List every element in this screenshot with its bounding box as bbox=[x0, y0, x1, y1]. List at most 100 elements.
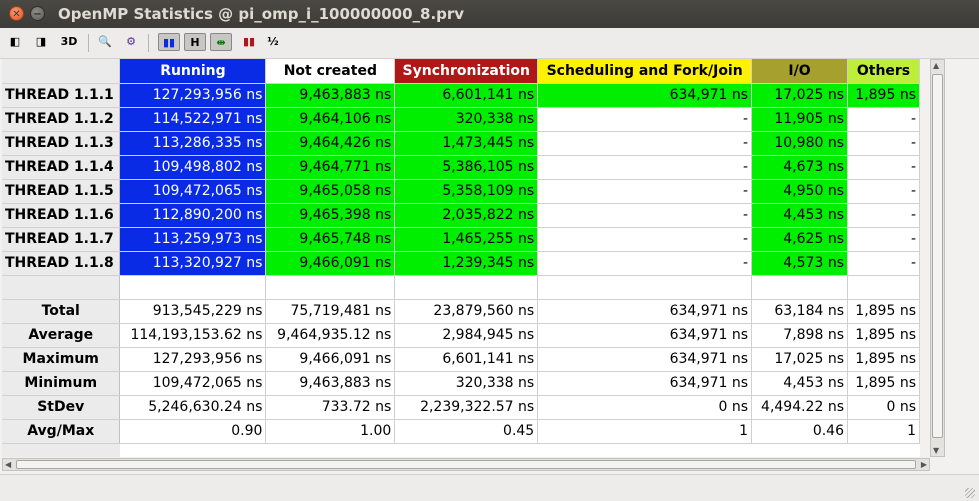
table-cell[interactable]: 320,338 ns bbox=[394, 107, 539, 132]
stat-cell[interactable]: 0 ns bbox=[537, 395, 753, 420]
table-cell[interactable]: 11,905 ns bbox=[751, 107, 848, 132]
table-cell[interactable]: - bbox=[537, 227, 753, 252]
table-cell[interactable]: 4,573 ns bbox=[751, 251, 848, 276]
stat-cell[interactable]: 6,601,141 ns bbox=[394, 347, 539, 372]
table-cell[interactable]: 9,465,398 ns bbox=[265, 203, 396, 228]
table-cell[interactable]: 4,673 ns bbox=[751, 155, 848, 180]
table-cell[interactable]: 2,035,822 ns bbox=[394, 203, 539, 228]
stat-cell[interactable]: 109,472,065 ns bbox=[119, 371, 267, 396]
stat-cell[interactable]: 1,895 ns bbox=[847, 323, 920, 348]
table-cell[interactable]: - bbox=[847, 203, 920, 228]
table-cell[interactable]: - bbox=[537, 203, 753, 228]
row-header-thread[interactable]: THREAD 1.1.5 bbox=[2, 179, 121, 204]
column-header[interactable]: Others bbox=[847, 59, 920, 84]
row-header-thread[interactable]: THREAD 1.1.1 bbox=[2, 83, 121, 108]
stat-cell[interactable]: 913,545,229 ns bbox=[119, 299, 267, 324]
label-icon[interactable]: ½ bbox=[264, 33, 282, 51]
stat-cell[interactable]: 1,895 ns bbox=[847, 347, 920, 372]
stat-cell[interactable]: 1 bbox=[537, 419, 753, 444]
stat-cell[interactable]: 1 bbox=[847, 419, 920, 444]
table-cell[interactable]: 112,890,200 ns bbox=[119, 203, 267, 228]
row-header-thread[interactable]: THREAD 1.1.7 bbox=[2, 227, 121, 252]
table-cell[interactable]: 1,239,345 ns bbox=[394, 251, 539, 276]
table-cell[interactable]: 10,980 ns bbox=[751, 131, 848, 156]
table-cell[interactable]: - bbox=[537, 131, 753, 156]
table-cell[interactable]: 9,465,748 ns bbox=[265, 227, 396, 252]
stat-cell[interactable]: 7,898 ns bbox=[751, 323, 848, 348]
table-cell[interactable]: 4,950 ns bbox=[751, 179, 848, 204]
row-header-thread[interactable]: THREAD 1.1.8 bbox=[2, 251, 121, 276]
table-cell[interactable]: 127,293,956 ns bbox=[119, 83, 267, 108]
vertical-scrollbar-thumb[interactable] bbox=[932, 74, 943, 438]
table-cell[interactable]: 113,286,335 ns bbox=[119, 131, 267, 156]
table-cell[interactable]: 5,386,105 ns bbox=[394, 155, 539, 180]
row-header-thread[interactable]: THREAD 1.1.3 bbox=[2, 131, 121, 156]
color-mode-icon[interactable]: ▮▮ bbox=[158, 33, 180, 51]
table-cell[interactable]: 9,465,058 ns bbox=[265, 179, 396, 204]
hide-columns-icon[interactable]: H bbox=[184, 33, 206, 51]
table-cell[interactable]: - bbox=[847, 251, 920, 276]
table-cell[interactable]: 114,522,971 ns bbox=[119, 107, 267, 132]
horizontal-scrollbar[interactable]: ◀ ▶ bbox=[2, 458, 930, 471]
table-cell[interactable]: 9,464,426 ns bbox=[265, 131, 396, 156]
open-data-icon[interactable]: ◨ bbox=[32, 33, 50, 51]
stat-cell[interactable]: 1,895 ns bbox=[847, 371, 920, 396]
horizontal-scrollbar-thumb[interactable] bbox=[16, 460, 916, 469]
row-header-thread[interactable]: THREAD 1.1.2 bbox=[2, 107, 121, 132]
semantic-color-icon[interactable]: ▮▮ bbox=[238, 33, 260, 51]
table-cell[interactable]: 634,971 ns bbox=[537, 83, 753, 108]
table-cell[interactable]: - bbox=[847, 131, 920, 156]
table-cell[interactable]: 109,498,802 ns bbox=[119, 155, 267, 180]
table-cell[interactable]: 113,259,973 ns bbox=[119, 227, 267, 252]
stat-cell[interactable]: 0.45 bbox=[394, 419, 539, 444]
stat-cell[interactable]: 733.72 ns bbox=[265, 395, 396, 420]
table-cell[interactable]: - bbox=[537, 251, 753, 276]
resize-grip-icon[interactable] bbox=[965, 488, 975, 498]
scroll-down-icon[interactable]: ▼ bbox=[933, 446, 939, 455]
table-cell[interactable]: - bbox=[847, 107, 920, 132]
table-cell[interactable]: 1,465,255 ns bbox=[394, 227, 539, 252]
stat-cell[interactable]: 9,466,091 ns bbox=[265, 347, 396, 372]
settings-icon[interactable]: ⚙ bbox=[122, 33, 140, 51]
stat-cell[interactable]: 0 ns bbox=[847, 395, 920, 420]
table-cell[interactable]: 17,025 ns bbox=[751, 83, 848, 108]
table-cell[interactable]: - bbox=[537, 107, 753, 132]
stat-cell[interactable]: 127,293,956 ns bbox=[119, 347, 267, 372]
minimize-icon[interactable]: − bbox=[30, 6, 45, 21]
stat-cell[interactable]: 4,453 ns bbox=[751, 371, 848, 396]
table-cell[interactable]: 4,453 ns bbox=[751, 203, 848, 228]
row-header-thread[interactable]: THREAD 1.1.4 bbox=[2, 155, 121, 180]
table-cell[interactable]: 1,473,445 ns bbox=[394, 131, 539, 156]
table-cell[interactable]: - bbox=[847, 179, 920, 204]
table-cell[interactable]: 1,895 ns bbox=[847, 83, 920, 108]
stat-cell[interactable]: 9,464,935.12 ns bbox=[265, 323, 396, 348]
close-icon[interactable]: ✕ bbox=[9, 6, 24, 21]
table-cell[interactable]: 9,466,091 ns bbox=[265, 251, 396, 276]
scroll-up-icon[interactable]: ▲ bbox=[933, 61, 939, 70]
stat-cell[interactable]: 320,338 ns bbox=[394, 371, 539, 396]
stat-cell[interactable]: 23,879,560 ns bbox=[394, 299, 539, 324]
table-cell[interactable]: 4,625 ns bbox=[751, 227, 848, 252]
open-control-icon[interactable]: ◧ bbox=[6, 33, 24, 51]
table-cell[interactable]: 9,464,106 ns bbox=[265, 107, 396, 132]
vertical-scrollbar[interactable]: ▲ ▼ bbox=[930, 59, 945, 457]
column-header[interactable]: Synchronization bbox=[394, 59, 539, 84]
table-cell[interactable]: 9,463,883 ns bbox=[265, 83, 396, 108]
stat-cell[interactable]: 634,971 ns bbox=[537, 347, 753, 372]
stat-cell[interactable]: 2,239,322.57 ns bbox=[394, 395, 539, 420]
table-cell[interactable]: 113,320,927 ns bbox=[119, 251, 267, 276]
stat-cell[interactable]: 114,193,153.62 ns bbox=[119, 323, 267, 348]
scroll-right-icon[interactable]: ▶ bbox=[921, 460, 927, 469]
table-cell[interactable]: 109,472,065 ns bbox=[119, 179, 267, 204]
stat-cell[interactable]: 4,494.22 ns bbox=[751, 395, 848, 420]
table-cell[interactable]: - bbox=[537, 179, 753, 204]
table-cell[interactable]: 9,464,771 ns bbox=[265, 155, 396, 180]
stat-cell[interactable]: 1,895 ns bbox=[847, 299, 920, 324]
table-cell[interactable]: - bbox=[847, 155, 920, 180]
stat-cell[interactable]: 75,719,481 ns bbox=[265, 299, 396, 324]
stat-cell[interactable]: 9,463,883 ns bbox=[265, 371, 396, 396]
table-cell[interactable]: - bbox=[537, 155, 753, 180]
row-header-thread[interactable]: THREAD 1.1.6 bbox=[2, 203, 121, 228]
table-cell[interactable]: 5,358,109 ns bbox=[394, 179, 539, 204]
column-header[interactable]: Running bbox=[119, 59, 267, 84]
